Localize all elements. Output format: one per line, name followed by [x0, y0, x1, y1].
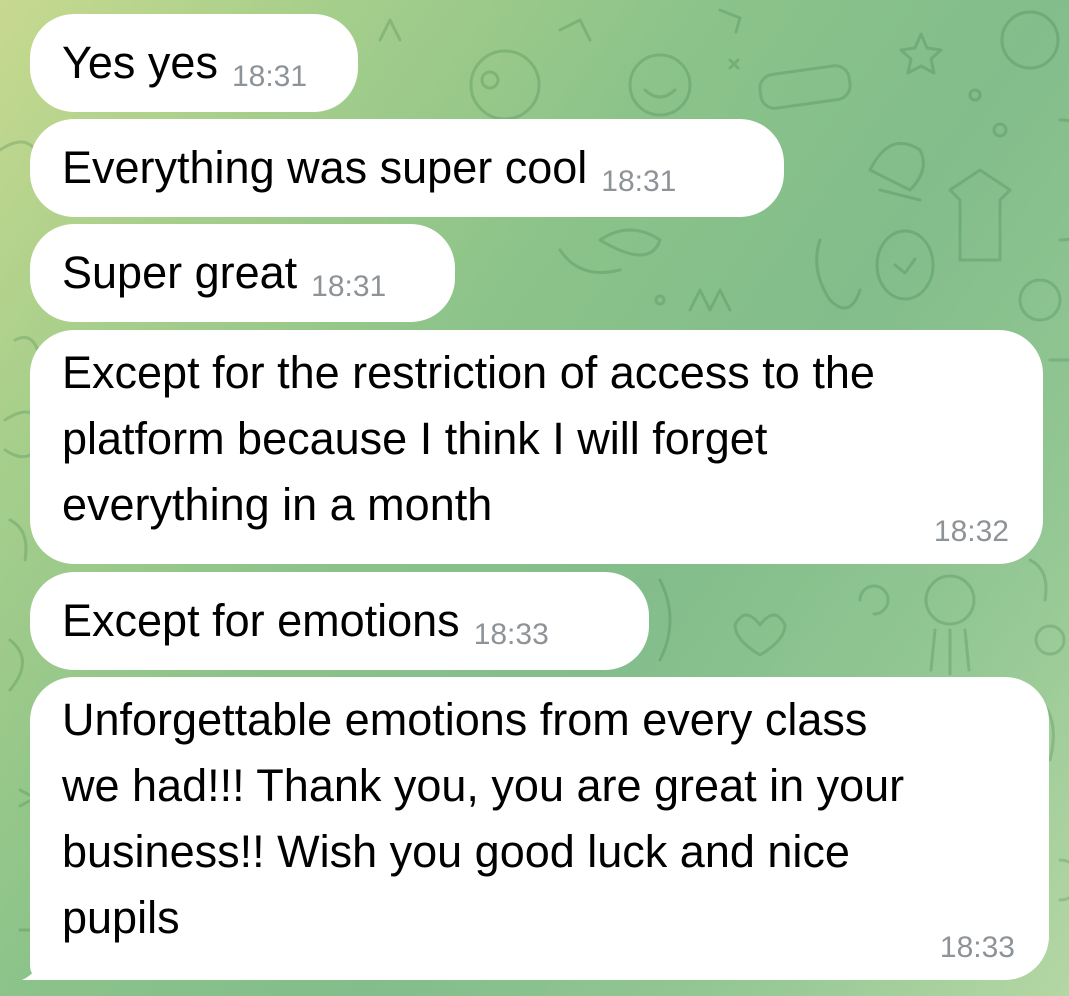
message-text: Unforgettable emotions from every class … [62, 694, 905, 943]
message-bubble[interactable]: Everything was super cool 18:31 [30, 119, 784, 217]
message-bubble[interactable]: Super great 18:31 [30, 224, 455, 322]
message-text: Everything was super cool [62, 142, 588, 193]
message-time: 18:33 [939, 931, 1015, 964]
message-bubble[interactable]: Yes yes 18:31 [30, 14, 358, 112]
message-time: 18:31 [311, 270, 387, 303]
message-text: Super great [62, 247, 298, 298]
message-bubble[interactable]: Unforgettable emotions from every class … [30, 677, 1049, 980]
message-bubble[interactable]: Except for emotions 18:33 [30, 572, 649, 670]
message-time: 18:31 [601, 165, 677, 198]
message-time: 18:33 [473, 618, 549, 651]
message-text: Except for emotions [62, 595, 460, 646]
message-time: 18:31 [231, 60, 308, 93]
message-tail [22, 948, 58, 980]
message-text: Except for the restriction of access to … [62, 347, 875, 530]
chat-message-list[interactable]: Yes yes 18:31 Everything was super cool … [0, 0, 1069, 996]
message-time: 18:32 [933, 515, 1009, 548]
message-text: Yes yes [62, 37, 218, 88]
message-bubble[interactable]: Except for the restriction of access to … [30, 330, 1043, 564]
